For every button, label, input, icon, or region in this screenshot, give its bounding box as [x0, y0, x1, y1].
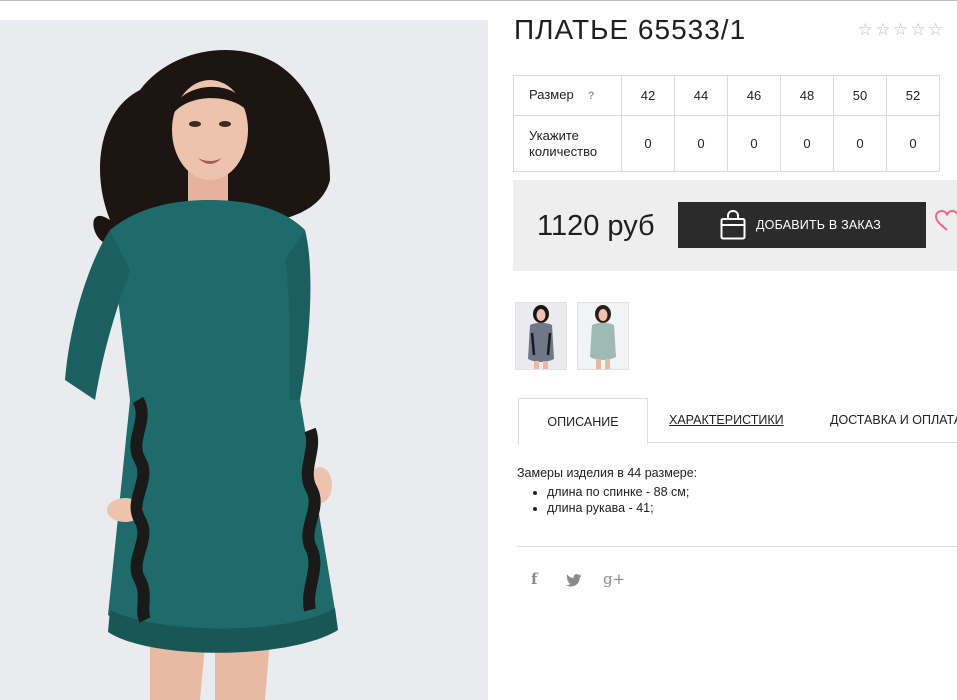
size-header: Размер?: [513, 75, 622, 116]
thumbnail-2[interactable]: [577, 302, 629, 370]
product-tabs: ОПИСАНИЕ ХАРАКТЕРИСТИКИ ДОСТАВКА И ОПЛАТ…: [517, 398, 957, 445]
quantity-input[interactable]: 0: [833, 115, 887, 172]
size-cell: 48: [780, 75, 834, 116]
size-quantity-table: Размер? 42 44 46 48 50 52 Укажите количе…: [513, 75, 940, 172]
heart-icon[interactable]: [935, 210, 957, 232]
star-icon[interactable]: ☆: [910, 20, 928, 40]
star-icon[interactable]: ☆: [875, 20, 893, 40]
star-icon[interactable]: ☆: [857, 20, 875, 40]
facebook-icon[interactable]: f: [531, 570, 537, 588]
add-to-order-label: ДОБАВИТЬ В ЗАКАЗ: [756, 218, 882, 232]
star-icon[interactable]: ☆: [927, 20, 945, 40]
size-row: Размер? 42 44 46 48 50 52: [513, 75, 940, 116]
size-cell: 42: [621, 75, 675, 116]
twitter-icon[interactable]: [566, 574, 582, 587]
size-label: Размер: [529, 87, 574, 102]
size-cell: 44: [674, 75, 728, 116]
google-plus-icon[interactable]: g+: [603, 570, 625, 588]
add-to-order-button[interactable]: ДОБАВИТЬ В ЗАКАЗ: [678, 202, 926, 248]
tab-delivery-payment[interactable]: ДОСТАВКА И ОПЛАТА: [830, 398, 957, 442]
quantity-input[interactable]: 0: [780, 115, 834, 172]
star-icon[interactable]: ☆: [892, 20, 910, 40]
model-illustration: [0, 20, 488, 700]
list-item: длина по спинке - 88 см;: [547, 484, 697, 500]
price-bar: 1120 руб ДОБАВИТЬ В ЗАКАЗ: [513, 180, 957, 271]
description-content: Замеры изделия в 44 размере: длина по сп…: [517, 466, 697, 516]
quantity-header: Укажите количество: [513, 115, 622, 172]
quantity-input[interactable]: 0: [727, 115, 781, 172]
tab-characteristics[interactable]: ХАРАКТЕРИСТИКИ: [669, 398, 784, 442]
description-intro: Замеры изделия в 44 размере:: [517, 466, 698, 480]
quantity-row: Укажите количество 0 0 0 0 0 0: [513, 115, 940, 172]
size-cell: 46: [727, 75, 781, 116]
size-cell: 50: [833, 75, 887, 116]
tab-description[interactable]: ОПИСАНИЕ: [518, 398, 648, 445]
size-cell: 52: [886, 75, 940, 116]
main-product-image[interactable]: [0, 20, 488, 700]
divider: [517, 546, 957, 547]
list-item: длина рукава - 41;: [547, 500, 697, 516]
quantity-input[interactable]: 0: [886, 115, 940, 172]
size-help-icon[interactable]: ?: [588, 90, 595, 102]
measurements-list: длина по спинке - 88 см; длина рукава - …: [517, 484, 697, 516]
thumbnail-image: [578, 303, 628, 369]
thumbnail-image: [516, 303, 566, 369]
price: 1120 руб: [537, 210, 655, 242]
thumbnail-1[interactable]: [515, 302, 567, 370]
rating-stars[interactable]: ☆☆☆☆☆: [857, 20, 945, 40]
quantity-label-line: количество: [529, 143, 598, 159]
product-title: ПЛАТЬЕ 65533/1: [514, 14, 747, 45]
quantity-input[interactable]: 0: [674, 115, 728, 172]
top-divider: [0, 0, 957, 1]
quantity-input[interactable]: 0: [621, 115, 675, 172]
shopping-bag-icon: [720, 210, 746, 240]
quantity-label-line: Укажите: [529, 127, 579, 143]
